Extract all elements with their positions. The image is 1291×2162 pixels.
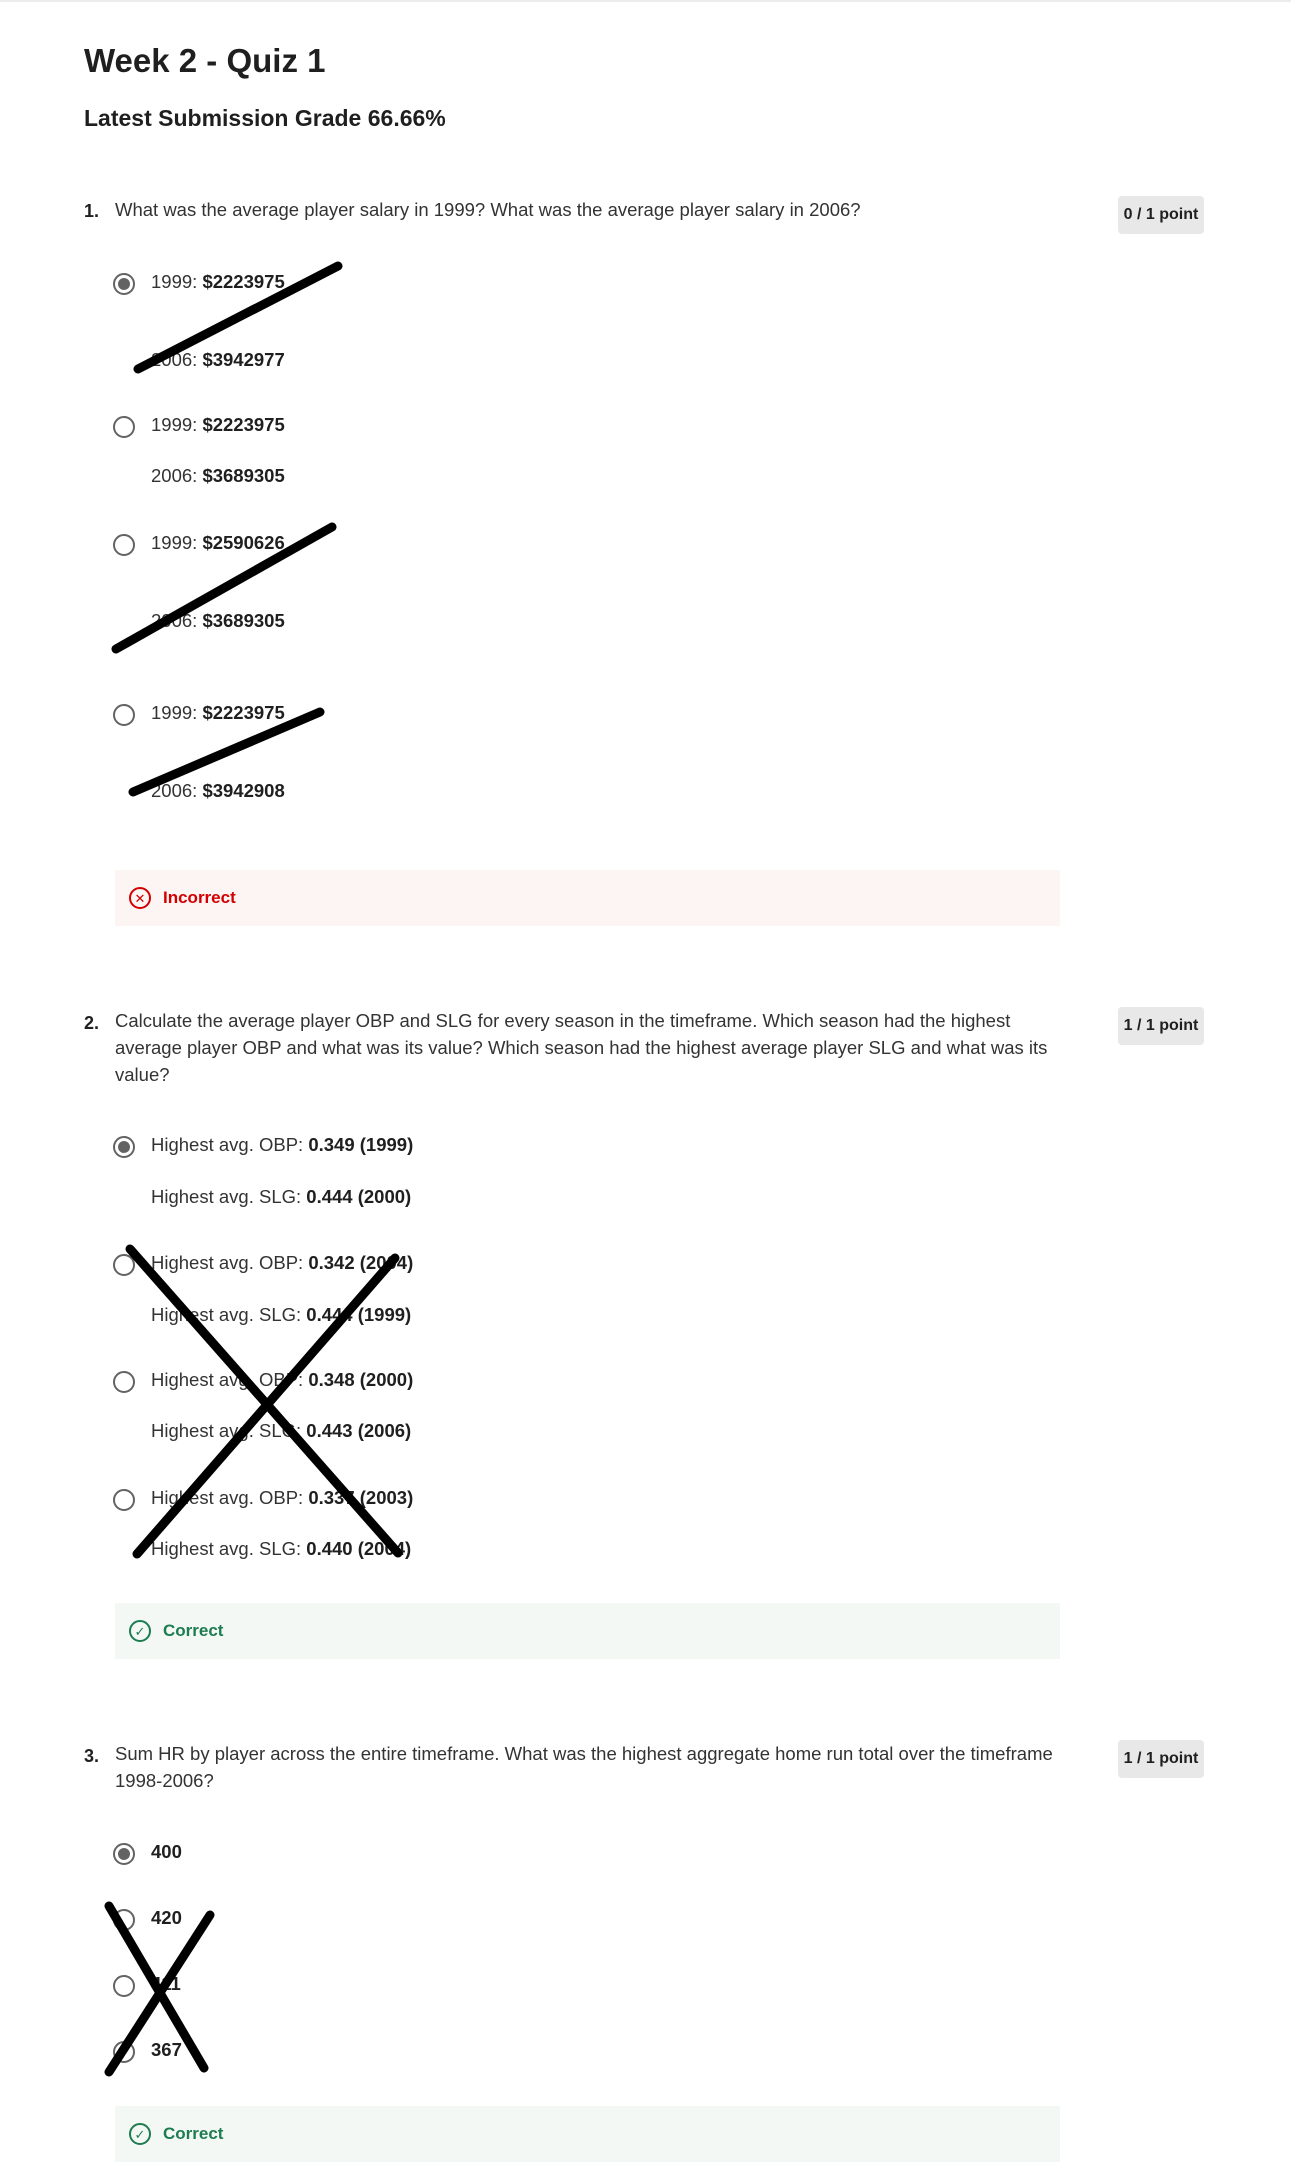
question-2-option-4-line-1[interactable]: Highest avg. OBP: 0.337 (2003): [151, 1487, 413, 1509]
question-1-option-3-line-2: 2006: $3689305: [151, 610, 285, 631]
question-2-option-4-radio[interactable]: [113, 1489, 135, 1511]
top-divider: [0, 0, 1291, 2]
cross-mark-q2-stroke-2: [132, 1253, 400, 1559]
question-1-option-2-radio[interactable]: [113, 416, 135, 438]
feedback-label: Correct: [163, 1621, 224, 1640]
question-1-points-badge: 0 / 1 point: [1118, 196, 1204, 234]
question-3-option-4-radio[interactable]: [113, 2041, 135, 2063]
question-1-feedback: ✕ Incorrect: [115, 870, 1060, 926]
question-1-option-4-radio[interactable]: [113, 704, 135, 726]
question-2-option-1-line-1[interactable]: Highest avg. OBP: 0.349 (1999): [151, 1134, 413, 1156]
question-2-option-3-line-1[interactable]: Highest avg. OBP: 0.348 (2000): [151, 1369, 413, 1391]
question-2-option-2-line-1[interactable]: Highest avg. OBP: 0.342 (2004): [151, 1252, 413, 1274]
question-2-option-3-line-2: Highest avg. SLG: 0.443 (2006): [151, 1420, 412, 1441]
question-3-option-1-label[interactable]: 400: [151, 1841, 182, 1863]
question-3-points-badge: 1 / 1 point: [1118, 1740, 1204, 1778]
question-1-option-1-line-1[interactable]: 1999: $2223975: [151, 271, 285, 293]
question-2-points-badge: 1 / 1 point: [1118, 1007, 1204, 1045]
question-3-option-1-radio[interactable]: [113, 1843, 135, 1865]
question-2-number: 2.: [84, 1013, 100, 1033]
question-3-option-4-label[interactable]: 367: [151, 2039, 182, 2061]
question-2-option-2-line-2: Highest avg. SLG: 0.444 (1999): [151, 1304, 412, 1325]
x-circle-icon: ✕: [129, 887, 151, 909]
check-circle-icon: ✓: [129, 2123, 151, 2145]
question-3-option-3-label[interactable]: 411: [151, 1973, 181, 1995]
question-1-option-4-line-1[interactable]: 1999: $2223975: [151, 702, 285, 724]
page-title: Week 2 - Quiz 1: [84, 42, 326, 79]
question-1-option-2-line-2: 2006: $3689305: [151, 465, 285, 486]
question-2-option-3-radio[interactable]: [113, 1371, 135, 1393]
question-3-text: Sum HR by player across the entire timef…: [115, 1743, 1053, 1791]
question-3-option-2-radio[interactable]: [113, 1909, 135, 1931]
question-1-text: What was the average player salary in 19…: [115, 199, 861, 220]
check-circle-icon: ✓: [129, 1620, 151, 1642]
question-2-option-2-radio[interactable]: [113, 1254, 135, 1276]
question-2-option-4-line-2: Highest avg. SLG: 0.440 (2004): [151, 1538, 412, 1559]
question-1-option-3-line-1[interactable]: 1999: $2590626: [151, 532, 285, 554]
question-1-option-1-line-2: 2006: $3942977: [151, 349, 285, 370]
question-3-option-3-radio[interactable]: [113, 1975, 135, 1997]
question-2-option-1-line-2: Highest avg. SLG: 0.444 (2000): [151, 1186, 412, 1207]
question-3-feedback: ✓ Correct: [115, 2106, 1060, 2162]
question-2-option-1-radio[interactable]: [113, 1136, 135, 1158]
question-1-option-4-line-2: 2006: $3942908: [151, 780, 285, 801]
feedback-label: Incorrect: [163, 888, 236, 907]
question-1-number: 1.: [84, 201, 100, 221]
question-2-text: Calculate the average player OBP and SLG…: [115, 1010, 1048, 1085]
question-2-feedback: ✓ Correct: [115, 1603, 1060, 1659]
submission-grade: Latest Submission Grade 66.66%: [84, 105, 446, 131]
question-1-option-3-radio[interactable]: [113, 534, 135, 556]
question-1-option-2-line-1[interactable]: 1999: $2223975: [151, 414, 285, 436]
question-3-option-2-label[interactable]: 420: [151, 1907, 182, 1929]
question-3-number: 3.: [84, 1746, 100, 1766]
feedback-label: Correct: [163, 2124, 224, 2143]
question-1-option-1-radio[interactable]: [113, 273, 135, 295]
